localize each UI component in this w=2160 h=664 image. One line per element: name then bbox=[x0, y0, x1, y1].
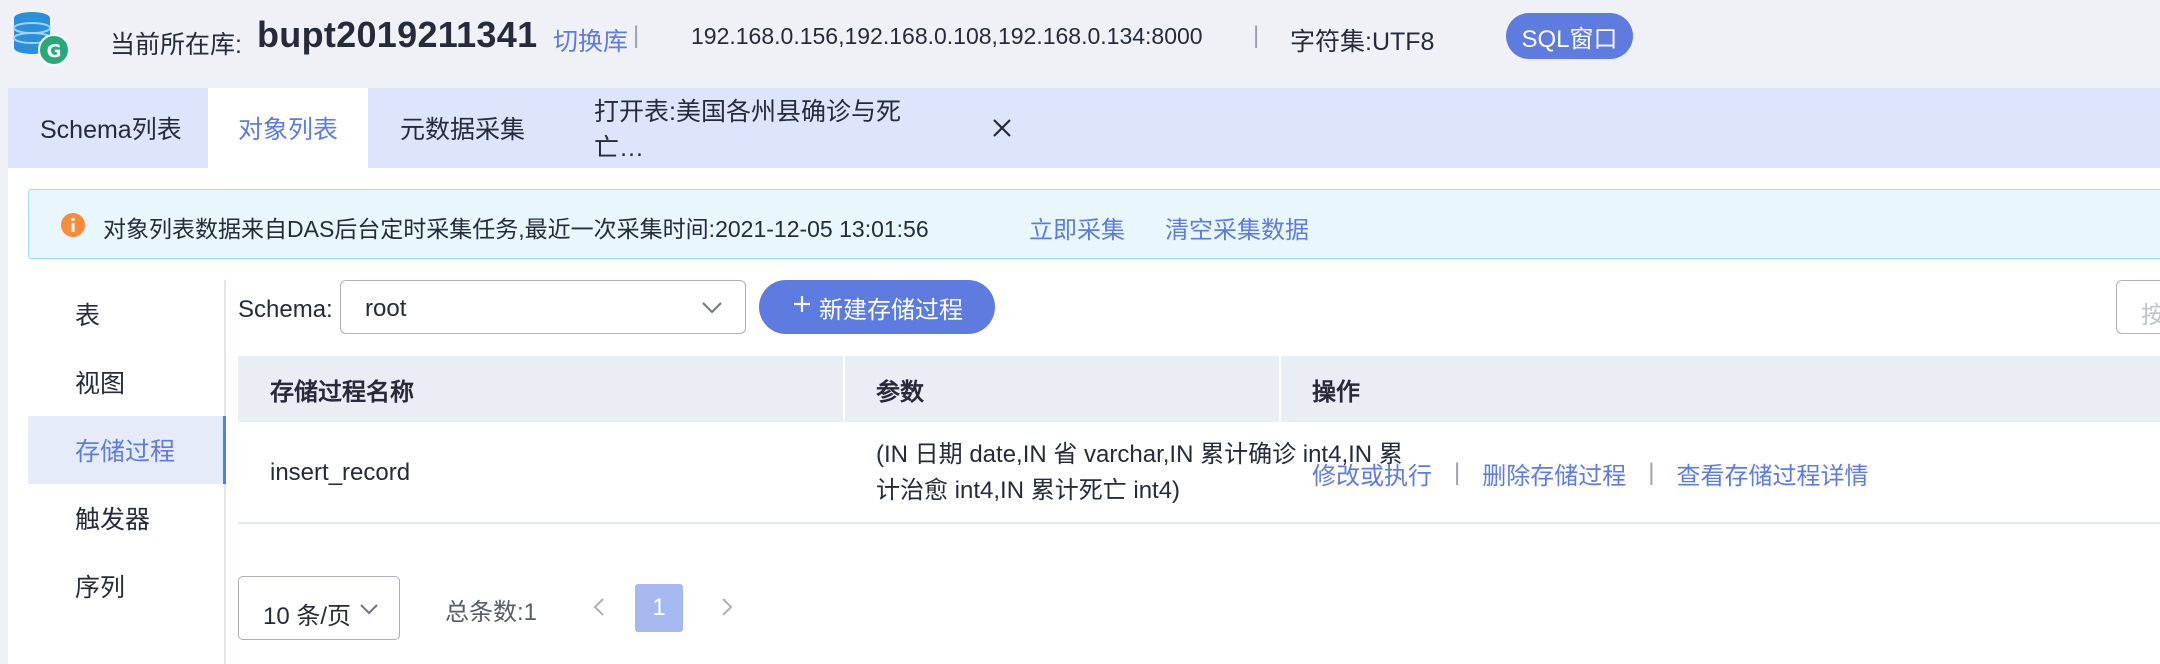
switch-db-link[interactable]: 切换库 bbox=[553, 22, 628, 58]
header-separator: | bbox=[1253, 22, 1260, 49]
main-panel: 对象列表数据来自DAS后台定时采集任务,最近一次采集时间:2021-12-05 … bbox=[8, 168, 2160, 664]
schema-value: root bbox=[365, 295, 407, 322]
close-tab-icon[interactable] bbox=[986, 108, 1018, 148]
tab-object-list[interactable]: 对象列表 bbox=[208, 88, 368, 168]
object-type-nav: 表 视图 存储过程 触发器 序列 bbox=[28, 280, 226, 664]
svg-text:G: G bbox=[47, 41, 62, 62]
total-count: 总条数:1 bbox=[445, 599, 538, 626]
delete-procedure-link[interactable]: 删除存储过程 bbox=[1482, 456, 1626, 491]
collect-now-link[interactable]: 立即采集 bbox=[1029, 210, 1125, 245]
current-db-label: 当前所在库: bbox=[110, 31, 242, 59]
search-input[interactable]: 按 bbox=[2116, 280, 2160, 334]
action-separator: | bbox=[1454, 459, 1461, 486]
nav-item-procedures[interactable]: 存储过程 bbox=[28, 416, 226, 484]
sql-window-button[interactable]: SQL窗口 bbox=[1506, 13, 1633, 59]
procedure-name-cell: insert_record bbox=[270, 459, 411, 486]
chevron-down-icon bbox=[359, 599, 379, 619]
page-size-select[interactable]: 10 条/页 bbox=[238, 576, 400, 640]
chevron-down-icon bbox=[701, 296, 723, 318]
charset-label: 字符集:UTF8 bbox=[1290, 28, 1435, 56]
top-header: G 当前所在库: bupt2019211341 切换库 | 192.168.0.… bbox=[0, 0, 2160, 88]
column-header-name: 存储过程名称 bbox=[270, 378, 414, 406]
schema-select[interactable]: root bbox=[340, 280, 746, 334]
table-header: 存储过程名称 参数 操作 bbox=[238, 356, 2160, 422]
tab-metadata-collect[interactable]: 元数据采集 bbox=[368, 88, 562, 168]
prev-page-icon[interactable] bbox=[585, 593, 613, 621]
search-placeholder: 按 bbox=[2141, 302, 2160, 329]
new-procedure-label: 新建存储过程 bbox=[819, 296, 963, 324]
nav-item-views[interactable]: 视图 bbox=[28, 348, 226, 416]
warning-icon bbox=[60, 212, 86, 238]
plus-icon bbox=[791, 293, 813, 322]
column-header-actions: 操作 bbox=[1312, 378, 1360, 406]
schema-label: Schema: bbox=[238, 296, 333, 323]
column-header-params: 参数 bbox=[876, 378, 924, 406]
database-logo-icon: G bbox=[6, 6, 74, 68]
nav-item-triggers[interactable]: 触发器 bbox=[28, 484, 226, 552]
notice-text: 对象列表数据来自DAS后台定时采集任务,最近一次采集时间:2021-12-05 … bbox=[103, 216, 929, 242]
page-size-value: 10 条/页 bbox=[263, 603, 352, 630]
db-name: bupt2019211341 bbox=[257, 14, 538, 55]
info-notice: 对象列表数据来自DAS后台定时采集任务,最近一次采集时间:2021-12-05 … bbox=[28, 189, 2160, 259]
view-procedure-details-link[interactable]: 查看存储过程详情 bbox=[1676, 456, 1868, 491]
nav-item-tables[interactable]: 表 bbox=[28, 280, 226, 348]
host-list: 192.168.0.156,192.168.0.108,192.168.0.13… bbox=[691, 23, 1203, 49]
next-page-icon[interactable] bbox=[713, 593, 741, 621]
tab-bar: Schema列表 对象列表 元数据采集 打开表:美国各州县确诊与死亡… bbox=[8, 88, 2160, 168]
tab-schema-list[interactable]: Schema列表 bbox=[8, 88, 208, 168]
current-page-button[interactable]: 1 bbox=[635, 584, 683, 632]
modify-execute-link[interactable]: 修改或执行 bbox=[1312, 456, 1432, 491]
table-row: insert_record (IN 日期 date,IN 省 varchar,I… bbox=[238, 422, 2160, 524]
actions-cell: 修改或执行 | 删除存储过程 | 查看存储过程详情 bbox=[1280, 422, 2160, 524]
clear-data-link[interactable]: 清空采集数据 bbox=[1165, 210, 1309, 245]
tab-open-table[interactable]: 打开表:美国各州县确诊与死亡… bbox=[562, 88, 972, 168]
action-separator: | bbox=[1648, 459, 1655, 486]
header-separator: | bbox=[633, 22, 640, 49]
new-procedure-button[interactable]: 新建存储过程 bbox=[759, 280, 995, 334]
nav-item-sequences[interactable]: 序列 bbox=[28, 552, 226, 620]
